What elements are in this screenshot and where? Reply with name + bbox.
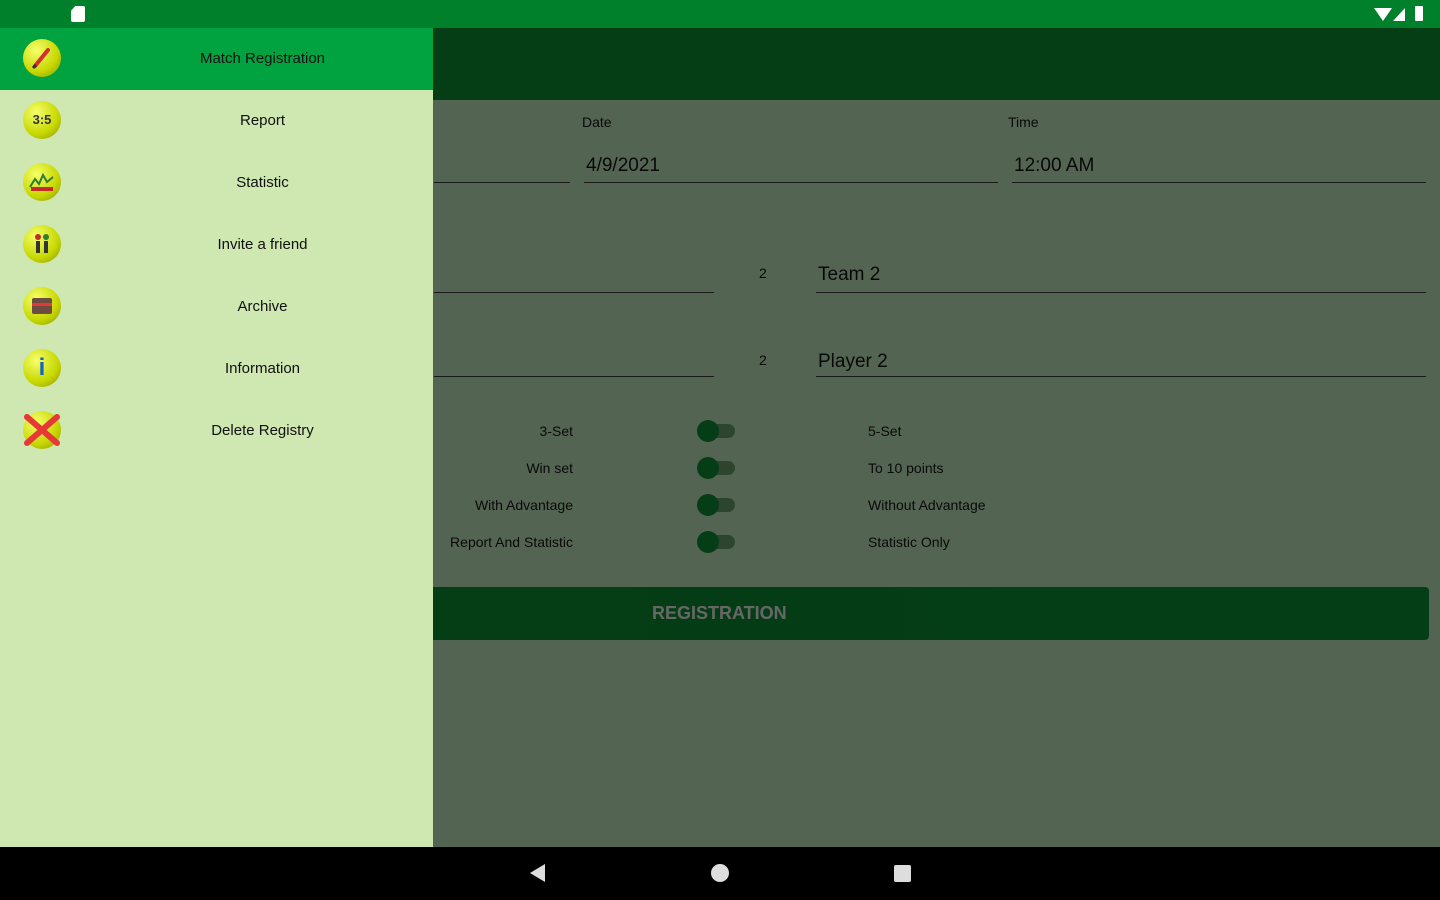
drawer-item-statistic[interactable]: Statistic xyxy=(0,152,433,214)
drawer-item-label: Report xyxy=(239,112,286,129)
navigation-drawer: Match Registration 3:5 Report Statistic … xyxy=(0,28,433,847)
score-icon-text: 3:5 xyxy=(32,112,52,127)
drawer-item-label: Statistic xyxy=(236,174,289,191)
drawer-item-invite-friend[interactable]: Invite a friend xyxy=(0,214,433,276)
drawer-item-archive[interactable]: Archive xyxy=(0,276,433,338)
status-bar xyxy=(0,0,1440,28)
pencil-icon xyxy=(23,39,61,77)
people-icon xyxy=(23,225,61,263)
archive-box-icon xyxy=(23,287,61,325)
chart-icon xyxy=(23,163,61,201)
drawer-item-information[interactable]: i Information xyxy=(0,338,433,400)
drawer-item-report[interactable]: 3:5 Report xyxy=(0,90,433,152)
sd-card-icon xyxy=(71,6,85,22)
back-icon[interactable] xyxy=(530,864,545,882)
info-icon-text: i xyxy=(38,354,46,381)
drawer-item-label: Information xyxy=(224,360,301,377)
wifi-icon xyxy=(1374,8,1392,21)
drawer-item-label: Invite a friend xyxy=(217,236,308,253)
drawer-item-label: Archive xyxy=(237,298,288,315)
drawer-item-label: Match Registration xyxy=(199,50,326,67)
info-icon: i xyxy=(23,349,61,387)
battery-icon xyxy=(1415,6,1423,21)
recents-icon[interactable] xyxy=(894,865,911,882)
signal-icon xyxy=(1393,8,1405,21)
drawer-item-delete-registry[interactable]: Delete Registry xyxy=(0,400,433,462)
drawer-item-match-registration[interactable]: Match Registration xyxy=(0,28,433,90)
drawer-item-label: Delete Registry xyxy=(211,422,314,439)
score-icon: 3:5 xyxy=(23,101,61,139)
delete-x-icon xyxy=(23,411,61,449)
home-icon[interactable] xyxy=(711,864,729,882)
system-nav-bar xyxy=(0,847,1440,900)
